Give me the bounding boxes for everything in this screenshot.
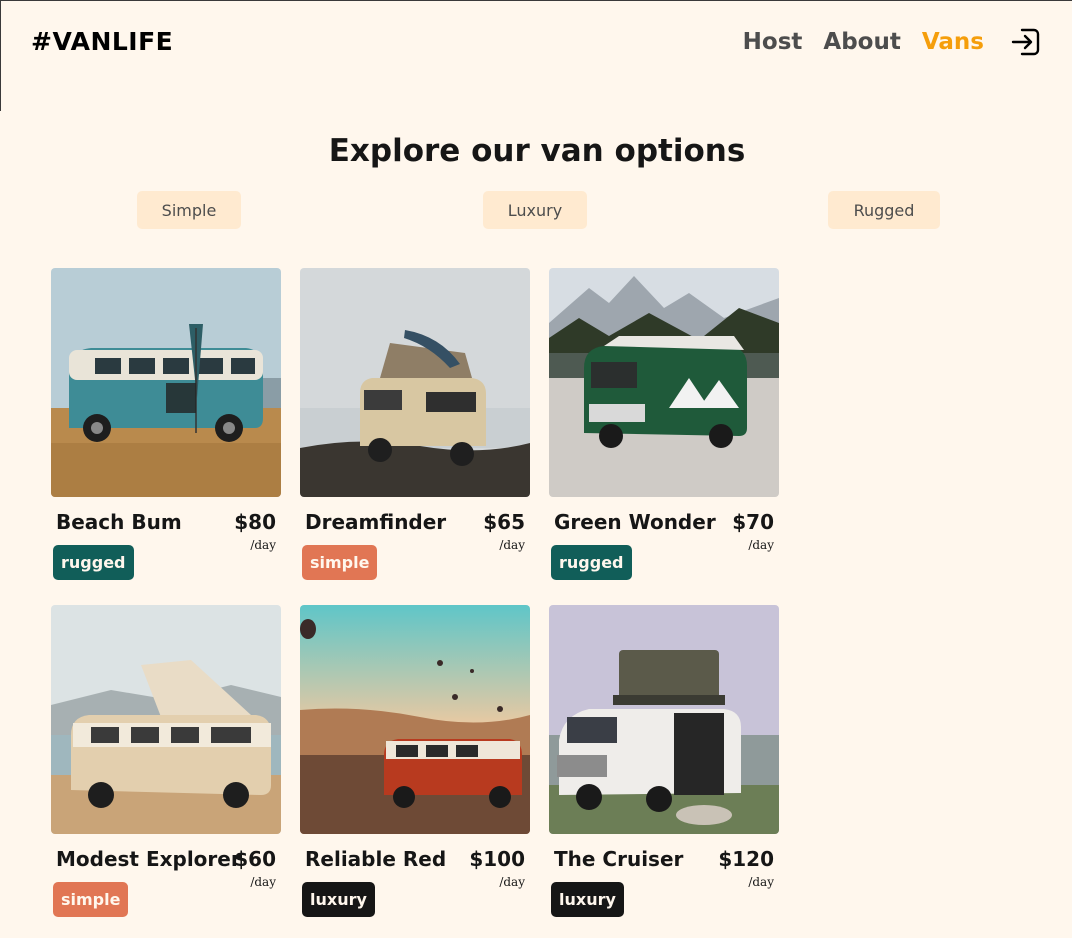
van-card[interactable]: Dreamfinder $65 /day simple	[300, 268, 530, 588]
van-card[interactable]: The Cruiser $120 /day luxury	[549, 605, 779, 925]
price-unit: /day	[499, 875, 525, 889]
van-name: Reliable Red	[305, 847, 447, 871]
van-price: $65	[483, 510, 525, 534]
van-price: $70	[732, 510, 774, 534]
van-card[interactable]: Green Wonder $70 /day rugged	[549, 268, 779, 588]
van-card[interactable]: Reliable Red $100 /day luxury	[300, 605, 530, 925]
nav-about-link[interactable]: About	[823, 23, 900, 61]
van-name: Modest Explorer	[56, 847, 241, 871]
van-image[interactable]	[51, 268, 281, 497]
van-price: $100	[469, 847, 525, 871]
van-price: $80	[234, 510, 276, 534]
van-card[interactable]: Modest Explorer $60 /day simple	[51, 605, 281, 925]
van-type-badge[interactable]: simple	[302, 545, 378, 580]
van-name: Dreamfinder	[305, 510, 447, 534]
van-price: $120	[718, 847, 774, 871]
van-name: The Cruiser	[554, 847, 684, 871]
filter-simple-button[interactable]: Simple	[137, 191, 241, 229]
van-type-badge[interactable]: luxury	[302, 882, 375, 917]
price-unit: /day	[499, 538, 525, 552]
van-type-badge[interactable]: rugged	[551, 545, 632, 580]
van-name: Beach Bum	[56, 510, 182, 534]
filter-luxury-button[interactable]: Luxury	[483, 191, 587, 229]
app-frame: #VANLIFE Host About Vans Explore our van…	[0, 0, 1072, 938]
price-unit: /day	[250, 538, 276, 552]
price-unit: /day	[250, 875, 276, 889]
nav-vans-link[interactable]: Vans	[922, 23, 984, 61]
van-image[interactable]	[300, 268, 530, 497]
price-unit: /day	[748, 538, 774, 552]
van-image[interactable]	[549, 605, 779, 834]
van-type-badge[interactable]: rugged	[53, 545, 134, 580]
van-price: $60	[234, 847, 276, 871]
van-image[interactable]	[51, 605, 281, 834]
van-type-badge[interactable]: luxury	[551, 882, 624, 917]
van-type-badge[interactable]: simple	[53, 882, 129, 917]
page-title: Explore our van options	[328, 133, 746, 169]
filter-rugged-button[interactable]: Rugged	[828, 191, 940, 229]
logo[interactable]: #VANLIFE	[31, 27, 173, 56]
login-icon[interactable]	[1010, 26, 1042, 58]
site-header: #VANLIFE Host About Vans	[1, 1, 1072, 83]
van-image[interactable]	[300, 605, 530, 834]
van-card[interactable]: Beach Bum $80 /day rugged	[51, 268, 281, 588]
nav-host-link[interactable]: Host	[743, 23, 803, 61]
van-name: Green Wonder	[554, 510, 716, 534]
price-unit: /day	[748, 875, 774, 889]
van-image[interactable]	[549, 268, 779, 497]
main-nav: Host About Vans	[722, 23, 1042, 61]
